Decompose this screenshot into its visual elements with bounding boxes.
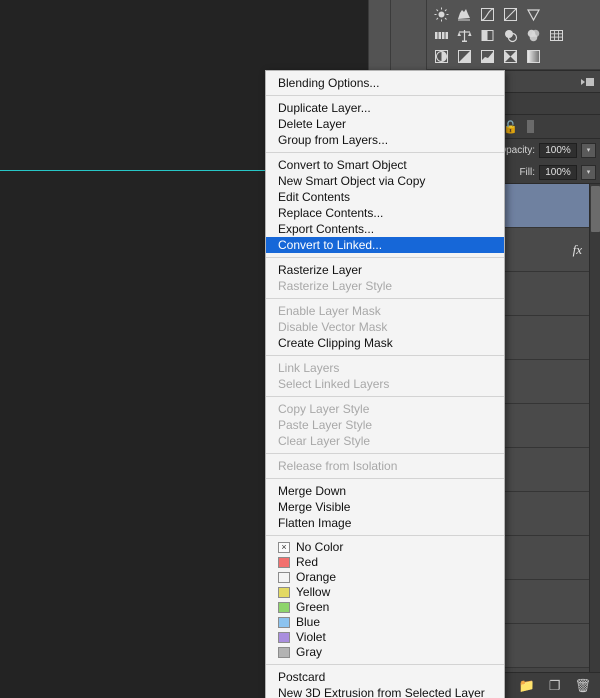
green-swatch-icon — [278, 602, 290, 613]
fill-label: Fill: — [519, 166, 535, 178]
photoshop-window: aths ⊘ T ☐ 🔓 ◆ Opacity: 100% ▾ — [0, 0, 600, 698]
adjustments-row-2 — [433, 27, 596, 43]
levels-icon[interactable] — [456, 6, 473, 22]
menu-item-new-smart-object-via-copy[interactable]: New Smart Object via Copy — [266, 173, 504, 189]
channel-mixer-icon[interactable] — [525, 27, 542, 43]
menu-item-edit-contents[interactable]: Edit Contents — [266, 189, 504, 205]
exposure-icon[interactable] — [502, 6, 519, 22]
adjustments-panel — [426, 0, 600, 70]
panel-menu-triangle — [581, 79, 585, 85]
menu-item-merge-down[interactable]: Merge Down — [266, 483, 504, 499]
no-color-swatch-icon: × — [278, 542, 290, 553]
color-label: Yellow — [296, 585, 331, 599]
invert-icon[interactable] — [433, 48, 450, 64]
photo-filter-icon[interactable] — [502, 27, 519, 43]
menu-item-rasterize-layer[interactable]: Rasterize Layer — [266, 262, 504, 278]
panel-menu-icon[interactable] — [581, 77, 595, 87]
red-swatch-icon — [278, 557, 290, 568]
adjustments-row-3 — [433, 48, 596, 64]
gray-swatch-icon — [278, 647, 290, 658]
menu-item-disable-vector-mask: Disable Vector Mask — [278, 320, 388, 334]
opacity-dropdown-arrow[interactable]: ▾ — [581, 142, 596, 158]
layers-scrollbar[interactable] — [589, 184, 600, 676]
menu-item-export-contents[interactable]: Export Contents... — [266, 221, 504, 237]
menu-item-duplicate-layer[interactable]: Duplicate Layer... — [266, 100, 504, 116]
color-balance-icon[interactable] — [456, 27, 473, 43]
curves-icon[interactable] — [479, 6, 496, 22]
fill-value[interactable]: 100% — [539, 164, 577, 180]
menu-item-blending-options[interactable]: Blending Options... — [266, 75, 504, 91]
menu-separator — [266, 355, 504, 356]
threshold-icon[interactable] — [479, 48, 496, 64]
color-lookup-icon[interactable] — [548, 27, 565, 43]
menu-item-color-gray[interactable]: Gray — [266, 645, 504, 660]
color-label: Orange — [296, 570, 337, 584]
menu-item-release-from-isolation: Release from Isolation — [278, 459, 398, 473]
menu-separator — [266, 535, 504, 536]
menu-separator — [266, 152, 504, 153]
blue-swatch-icon — [278, 617, 290, 628]
menu-item-copy-layer-style: Copy Layer Style — [278, 402, 370, 416]
menu-item-color-yellow[interactable]: Yellow — [266, 585, 504, 600]
menu-item-color-orange[interactable]: Orange — [266, 570, 504, 585]
lock-indicator-icon — [527, 120, 534, 133]
menu-item-clear-layer-style: Clear Layer Style — [278, 434, 371, 448]
fill-dropdown-arrow[interactable]: ▾ — [581, 164, 596, 180]
opacity-value[interactable]: 100% — [539, 142, 577, 158]
menu-item-color-green[interactable]: Green — [266, 600, 504, 615]
menu-item-color-no-color[interactable]: × No Color — [266, 540, 504, 555]
layers-scrollbar-thumb[interactable] — [591, 186, 600, 232]
panel-menu-bars — [586, 78, 594, 86]
menu-item-create-clipping-mask[interactable]: Create Clipping Mask — [266, 335, 504, 351]
yellow-swatch-icon — [278, 587, 290, 598]
vibrance-icon[interactable] — [525, 6, 542, 22]
menu-item-new-3d-extrusion-selected-layer[interactable]: New 3D Extrusion from Selected Layer — [266, 685, 504, 698]
new-group-icon[interactable]: 📁 — [519, 679, 535, 692]
menu-separator — [266, 298, 504, 299]
selective-color-icon[interactable] — [502, 48, 519, 64]
menu-separator — [266, 95, 504, 96]
menu-item-flatten-image[interactable]: Flatten Image — [266, 515, 504, 531]
menu-item-select-linked-layers: Select Linked Layers — [278, 377, 390, 391]
menu-item-link-layers: Link Layers — [278, 361, 340, 375]
color-label: Green — [296, 600, 330, 614]
violet-swatch-icon — [278, 632, 290, 643]
menu-item-color-violet[interactable]: Violet — [266, 630, 504, 645]
menu-item-group-from-layers[interactable]: Group from Layers... — [266, 132, 504, 148]
adjustments-row-1 — [433, 6, 596, 22]
menu-separator — [266, 396, 504, 397]
menu-item-replace-contents[interactable]: Replace Contents... — [266, 205, 504, 221]
menu-separator — [266, 478, 504, 479]
color-label: Blue — [296, 615, 321, 629]
gradient-map-icon[interactable] — [525, 48, 542, 64]
layer-context-menu[interactable]: Blending Options... Duplicate Layer... D… — [265, 70, 505, 698]
menu-item-rasterize-layer-style: Rasterize Layer Style — [278, 279, 393, 293]
layer-effects-icon[interactable]: fx — [573, 242, 582, 258]
orange-swatch-icon — [278, 572, 290, 583]
menu-item-color-red[interactable]: Red — [266, 555, 504, 570]
posterize-icon[interactable] — [456, 48, 473, 64]
new-layer-icon[interactable]: ❐ — [549, 679, 561, 692]
menu-separator — [266, 664, 504, 665]
color-label: Red — [296, 555, 319, 569]
menu-separator — [266, 453, 504, 454]
black-white-icon[interactable] — [479, 27, 496, 43]
brightness-contrast-icon[interactable] — [433, 6, 450, 22]
menu-item-enable-layer-mask: Enable Layer Mask — [278, 304, 381, 318]
menu-item-merge-visible[interactable]: Merge Visible — [266, 499, 504, 515]
all-lock-icon[interactable]: 🔓 — [503, 120, 518, 134]
hue-saturation-icon[interactable] — [433, 27, 450, 43]
menu-item-color-blue[interactable]: Blue — [266, 615, 504, 630]
menu-item-paste-layer-style: Paste Layer Style — [278, 418, 373, 432]
color-label: Gray — [296, 645, 323, 659]
delete-layer-icon[interactable]: 🗑 — [574, 679, 591, 692]
color-label: Violet — [296, 630, 326, 644]
menu-item-postcard[interactable]: Postcard — [266, 669, 504, 685]
menu-item-delete-layer[interactable]: Delete Layer — [266, 116, 504, 132]
menu-item-convert-to-linked[interactable]: Convert to Linked... — [266, 237, 504, 253]
color-label: No Color — [296, 540, 344, 554]
menu-item-convert-to-smart-object[interactable]: Convert to Smart Object — [266, 157, 504, 173]
menu-separator — [266, 257, 504, 258]
